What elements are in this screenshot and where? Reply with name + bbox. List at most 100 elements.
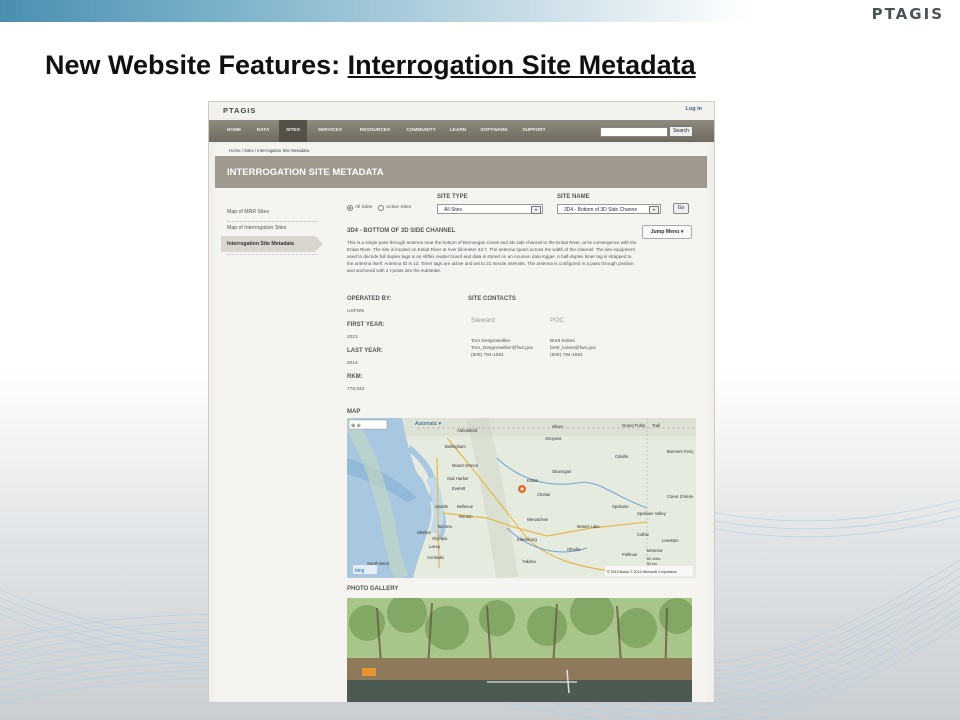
site-map[interactable]: ⊕ ⊖ bing © 2013 Nokia © 2014 Microsoft C… [347,418,696,578]
nav-data[interactable]: DATA [251,120,275,142]
map-place: Oliver [552,424,564,429]
slide-logo: PTAGIS [871,5,944,23]
site-topbar: PTAGIS Log in [209,102,714,118]
active-sites-radio[interactable] [378,205,384,211]
map-graphic: ⊕ ⊖ bing © 2013 Nokia © 2014 Microsoft C… [347,418,696,578]
svg-text:50 km: 50 km [647,562,657,566]
map-place: Bellevue [457,504,474,509]
main-nav: HOME DATA SITES SERVICES RESOURCES COMMU… [209,120,714,142]
go-button[interactable]: Go [673,203,689,214]
map-place: Okanogan [552,469,572,474]
contact-email[interactable]: brett_kokes@fws.gov [550,346,596,351]
map-place: Moses Lake [577,524,600,529]
page-content: Home / Sites / Interrogation Site Metada… [215,144,707,702]
map-place: Colfax [637,532,650,537]
sidebar-item-site-metadata[interactable]: Interrogation Site Metadata [227,241,294,247]
login-link[interactable]: Log in [686,106,703,112]
map-place: Ellensburg [517,537,537,542]
map-place: Othello [567,547,581,552]
slide-header-band [0,0,960,22]
map-place: Abbotsford [457,428,478,433]
svg-text:⊕ ⊖: ⊕ ⊖ [351,423,361,429]
nav-software[interactable]: SOFTWARE [475,120,513,142]
map-place: Trail [652,423,660,428]
nav-support[interactable]: SUPPORT [517,120,551,142]
map-place: Coeur d'Alene [667,494,694,499]
sidebar-divider [227,221,317,222]
chevron-down-icon: ▾ [531,206,541,214]
svg-text:50 miles: 50 miles [647,557,661,561]
rkm-label: RKM: [347,374,363,380]
map-place: Spokane [612,504,629,509]
map-place: Yakima [522,559,536,564]
contact-phone: (509) 784-1591 [471,353,504,358]
map-place: Lacey [429,544,441,549]
map-place: Chelan [537,492,551,497]
site-heading: 3D4 - BOTTOM OF 3D SIDE CHANNEL [347,228,456,234]
site-name-select[interactable]: 3D4 - Bottom of 3D Side Channe ▾ [557,204,661,214]
active-sites-label: Active Sites [386,205,412,210]
chevron-down-icon: ▾ [649,206,659,214]
site-type-label: SITE TYPE [437,194,468,200]
svg-text:© 2013 Nokia © 2014 Microsoft: © 2013 Nokia © 2014 Microsoft Corporatio… [607,570,677,574]
map-place: Pullman [622,552,638,557]
map-place: Seattle [435,504,449,509]
map-place: Grand Forks [622,423,645,428]
svg-text:Automatic ▾: Automatic ▾ [415,421,442,427]
rkm-value: 778.043 [347,387,365,392]
map-place: Osoyoos [545,436,562,441]
site-type-select[interactable]: All Sites ▾ [437,204,543,214]
search-input[interactable] [600,127,668,137]
breadcrumb[interactable]: Home / Sites / Interrogation Site Metada… [229,148,309,153]
photo-gallery-label: PHOTO GALLERY [347,586,399,592]
slide-title: New Website Features: Interrogation Site… [45,50,696,81]
nav-community[interactable]: COMMUNITY [401,120,441,142]
nav-resources[interactable]: RESOURCES [353,120,397,142]
contact-role-steward: Steward [471,317,495,324]
map-place: Lewiston [662,538,679,543]
sidebar-item-interrogation-map[interactable]: Map of Interrogation Sites [227,225,286,231]
map-label: MAP [347,409,361,415]
map-place: Olympia [432,536,448,541]
operated-by-label: OPERATED BY: [347,296,392,302]
operated-by-value: USFWS [347,309,365,314]
first-year-value: 2013 [347,335,358,340]
sidebar-item-mrr-sites[interactable]: Map of MRR Sites [227,209,269,215]
map-place: Entiat [527,478,539,483]
map-place: Bonners Ferry [667,449,694,454]
page-header: INTERROGATION SITE METADATA [215,156,707,188]
nav-learn[interactable]: LEARN [445,120,471,142]
bing-logo: bing [355,568,365,574]
sidebar-divider [227,254,317,255]
map-place: South Bend [367,561,390,566]
map-place: Shelton [417,530,432,535]
slide-title-prefix: New Website Features: [45,50,348,80]
site-logo[interactable]: PTAGIS [223,106,256,115]
search-button[interactable]: Search [669,126,693,137]
all-sites-radio[interactable] [347,205,353,211]
map-place: Moscow [647,548,663,553]
last-year-value: 2014 [347,361,358,366]
map-place: Mount Vernon [452,463,479,468]
map-place: Tacoma [437,524,452,529]
site-type-value: All Sites [444,207,463,213]
contact-name: Tom Desgroseillier [471,339,511,344]
contact-email[interactable]: Tom_Desgroseillier@fws.gov [471,346,533,351]
map-place: Spokane Valley [637,511,667,516]
slide-title-link[interactable]: Interrogation Site Metadata [348,50,696,80]
map-place: Oak Harbor [447,476,469,481]
nav-services[interactable]: SERVICES [311,120,349,142]
photo-gallery-image[interactable] [347,598,692,702]
map-place: Everett [452,486,466,491]
site-photo [347,598,692,702]
nav-sites[interactable]: SITES [279,120,307,142]
website-screenshot: PTAGIS Log in HOME DATA SITES SERVICES R… [208,101,715,703]
all-sites-label: All Sites [355,205,373,210]
jump-menu-button[interactable]: Jump Menu ▾ [642,225,692,239]
nav-home[interactable]: HOME [221,120,247,142]
map-place: Centralia [427,555,444,560]
last-year-label: LAST YEAR: [347,348,383,354]
map-place: Wenatchee [527,517,549,522]
site-name-value: 3D4 - Bottom of 3D Side Channe [564,207,638,213]
contact-role-poc: POC [550,317,565,324]
